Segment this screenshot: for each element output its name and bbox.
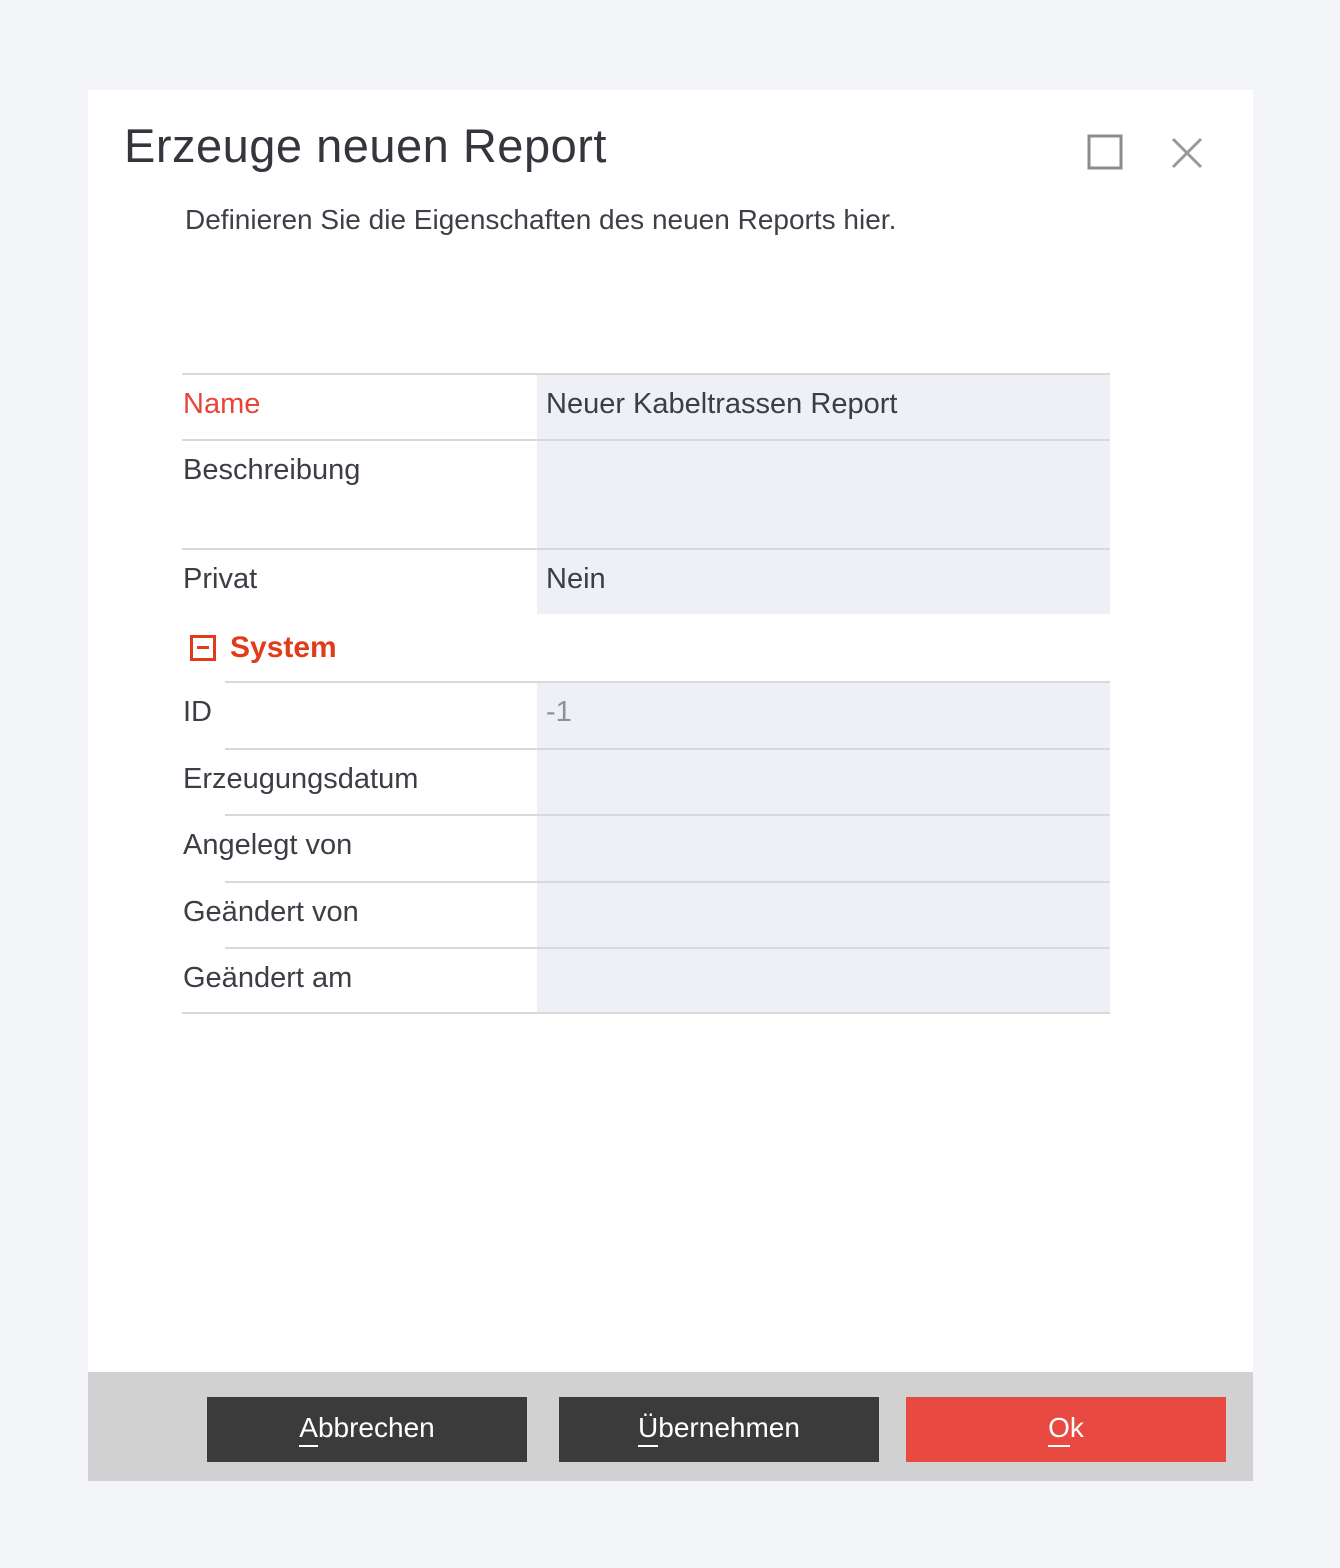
- geaendert-am-value-field: [537, 947, 1110, 1012]
- geaendert-von-value-field: [537, 881, 1110, 947]
- property-row-geaendert-am[interactable]: Geändert am: [182, 947, 1110, 1012]
- close-button[interactable]: [1168, 134, 1206, 177]
- row-divider: [225, 681, 1110, 683]
- property-row-geaendert-von[interactable]: Geändert von: [182, 881, 1110, 947]
- row-divider: [182, 373, 1110, 375]
- collapse-minus-icon[interactable]: [190, 635, 216, 661]
- name-value-field[interactable]: Neuer Kabeltrassen Report: [537, 373, 1110, 439]
- ok-button[interactable]: Ok: [906, 1397, 1226, 1462]
- row-divider: [182, 439, 1110, 441]
- property-row-angelegt-von[interactable]: Angelegt von: [182, 814, 1110, 881]
- maximize-icon: [1087, 157, 1123, 174]
- maximize-button[interactable]: [1087, 134, 1123, 175]
- dialog-title: Erzeuge neuen Report: [124, 118, 607, 173]
- dialog-footer: Abbrechen Übernehmen Ok: [88, 1372, 1253, 1481]
- erzeugungsdatum-label: Erzeugungsdatum: [182, 748, 537, 814]
- table-bottom-divider: [182, 1012, 1110, 1014]
- row-divider: [225, 947, 1110, 949]
- property-row-name[interactable]: Name Neuer Kabeltrassen Report: [182, 373, 1110, 439]
- row-divider: [182, 548, 1110, 550]
- dialog-subtitle: Definieren Sie die Eigenschaften des neu…: [185, 204, 896, 236]
- row-divider: [225, 881, 1110, 883]
- create-report-dialog: Erzeuge neuen Report Definieren Sie die …: [88, 90, 1253, 1481]
- minus-glyph: [197, 646, 209, 649]
- beschreibung-label: Beschreibung: [182, 439, 537, 548]
- abbrechen-label-rest: bbrechen: [318, 1412, 435, 1443]
- row-divider: [225, 748, 1110, 750]
- row-divider: [225, 814, 1110, 816]
- uebernehmen-button[interactable]: Übernehmen: [559, 1397, 879, 1462]
- property-row-id[interactable]: ID -1: [182, 681, 1110, 748]
- name-label: Name: [182, 373, 537, 439]
- ok-accesskey: O: [1048, 1412, 1070, 1446]
- abbrechen-button[interactable]: Abbrechen: [207, 1397, 527, 1462]
- geaendert-am-label: Geändert am: [182, 947, 537, 1012]
- geaendert-von-label: Geändert von: [182, 881, 537, 947]
- abbrechen-accesskey: A: [299, 1412, 318, 1446]
- erzeugungsdatum-value-field: [537, 748, 1110, 814]
- id-value-field: -1: [537, 681, 1110, 748]
- beschreibung-value-field[interactable]: [537, 439, 1110, 548]
- privat-value-field[interactable]: Nein: [537, 548, 1110, 614]
- id-label: ID: [182, 681, 537, 748]
- property-row-beschreibung[interactable]: Beschreibung: [182, 439, 1110, 548]
- privat-label: Privat: [182, 548, 537, 614]
- property-row-erzeugungsdatum[interactable]: Erzeugungsdatum: [182, 748, 1110, 814]
- ok-label-rest: k: [1070, 1412, 1084, 1443]
- angelegt-von-label: Angelegt von: [182, 814, 537, 881]
- system-group-header[interactable]: System: [182, 614, 1110, 681]
- system-group-label: System: [230, 631, 337, 665]
- property-row-privat[interactable]: Privat Nein: [182, 548, 1110, 614]
- uebernehmen-accesskey: Ü: [638, 1412, 658, 1446]
- property-grid: Name Neuer Kabeltrassen Report Beschreib…: [182, 373, 1110, 1014]
- angelegt-von-value-field: [537, 814, 1110, 881]
- close-icon: [1168, 159, 1206, 176]
- uebernehmen-label-rest: bernehmen: [658, 1412, 800, 1443]
